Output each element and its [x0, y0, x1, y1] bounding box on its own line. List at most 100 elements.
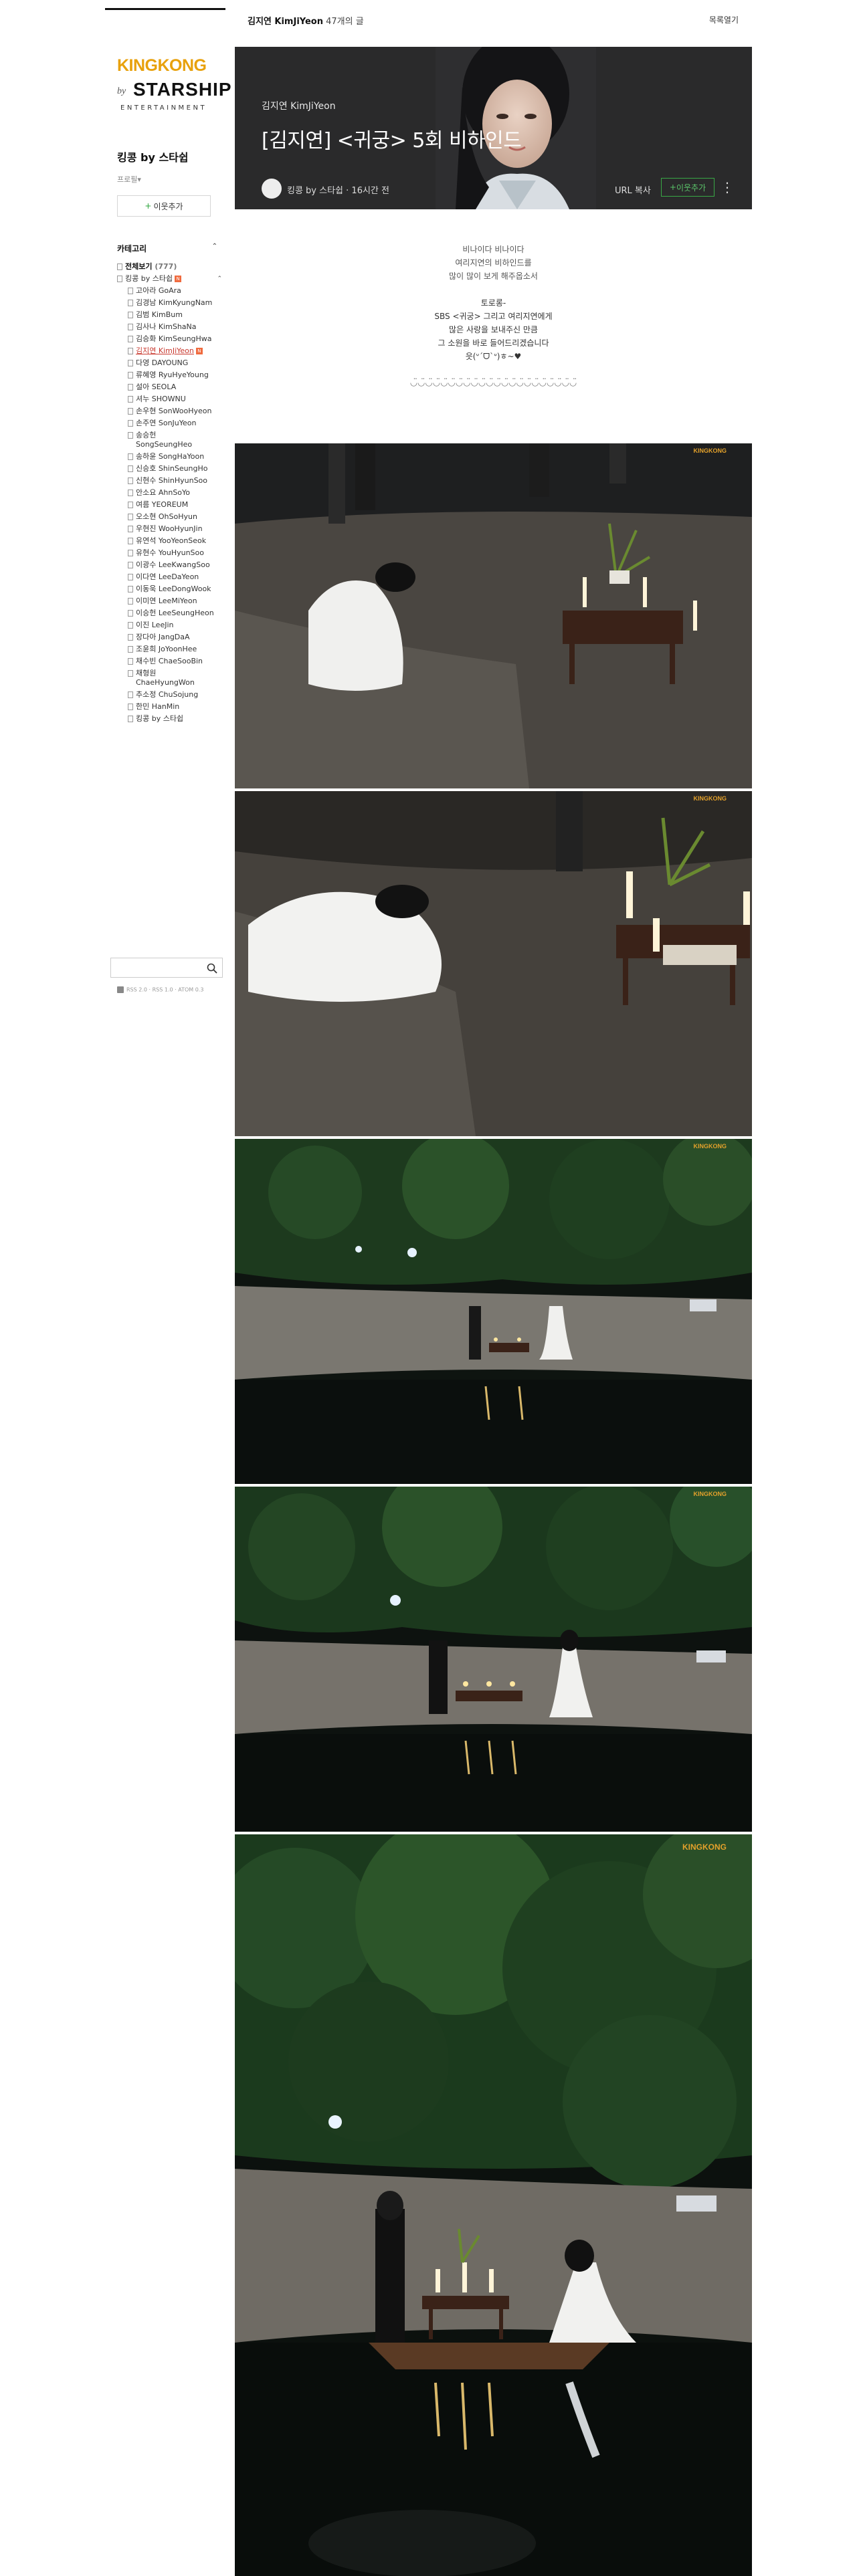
photo-ritual-bow: [235, 443, 752, 788]
chevron-up-icon[interactable]: ⌃: [217, 274, 222, 284]
category-item[interactable]: 송승헌 SongSeungHeo: [117, 431, 221, 449]
document-icon: [128, 360, 133, 366]
category-item[interactable]: 셔누 SHOWNU: [117, 395, 221, 404]
category-label: 송하윤 SongHaYoon: [136, 452, 205, 461]
search-input[interactable]: [115, 962, 205, 975]
watermark: KINGKONG: [693, 447, 727, 454]
category-item[interactable]: 킹콩 by 스타쉽 N ⌃: [117, 274, 222, 284]
category-label: 채수빈 ChaeSooBin: [136, 657, 203, 665]
category-item[interactable]: 오소현 OhSoHyun: [117, 512, 221, 522]
body-line: 읏(ᐡˊᗜˋᐡ)ㅎ~♥: [465, 352, 522, 361]
category-item[interactable]: 이미연 LeeMiYeon: [117, 597, 221, 606]
category-item[interactable]: 신현수 ShinHyunSoo: [117, 476, 221, 486]
category-item[interactable]: 김범 KimBum: [117, 310, 221, 320]
category-item[interactable]: 추소정 ChuSojung: [117, 690, 221, 700]
category-item[interactable]: 유현수 YouHyunSoo: [117, 548, 221, 558]
document-icon: [128, 384, 133, 391]
category-item[interactable]: 채수빈 ChaeSooBin: [117, 657, 221, 666]
author-avatar[interactable]: [262, 179, 282, 199]
more-icon[interactable]: ⋮: [721, 179, 734, 197]
author-name[interactable]: 킹콩 by 스타쉽: [287, 186, 343, 196]
category-item[interactable]: 킹콩 by 스타쉽: [117, 714, 221, 724]
post-photo-3[interactable]: KINGKONG: [235, 1139, 752, 1484]
category-label: 송승헌 SongSeungHeo: [136, 431, 193, 449]
feed-links[interactable]: RSS 2.0 · RSS 1.0 · ATOM 0.3: [117, 986, 203, 993]
watermark: KINGKONG: [693, 1491, 727, 1497]
category-item[interactable]: 한민 HanMin: [117, 702, 221, 712]
plus-icon: +: [669, 183, 676, 192]
category-item[interactable]: 송하윤 SongHaYoon: [117, 452, 221, 461]
header-neighbor-button[interactable]: + 이웃추가: [661, 178, 714, 197]
category-label: 다영 DAYOUNG: [136, 358, 189, 367]
category-item[interactable]: 다영 DAYOUNG: [117, 358, 221, 368]
body-line: SBS <귀궁> 그리고 여리지연에게: [434, 312, 553, 321]
category-item[interactable]: 김사나 KimShaNa: [117, 322, 221, 332]
post-photo-5[interactable]: KINGKONG: [235, 1834, 752, 2576]
category-item[interactable]: 손우현 SonWooHyeon: [117, 407, 221, 416]
category-item[interactable]: 김지연 KimJiYeon N: [117, 346, 221, 356]
body-line: ◡̈◡̈◡̈◡̈◡̈◡̈◡̈◡̈◡̈◡̈◡̈◡̈◡̈◡̈◡̈◡̈◡̈◡̈◡̈◡̈…: [409, 378, 577, 388]
category-item[interactable]: 장다아 JangDaA: [117, 633, 221, 642]
post-meta: 킹콩 by 스타쉽 · 16시간 전: [287, 186, 389, 196]
board-name[interactable]: 김지연 KimJiYeon: [248, 17, 323, 27]
document-icon: [128, 550, 133, 556]
watermark: KINGKONG: [693, 795, 727, 802]
category-label: 우현진 WooHyunJin: [136, 524, 203, 533]
category-item[interactable]: 조윤희 JoYoonHee: [117, 645, 221, 654]
category-item[interactable]: 우현진 WooHyunJin: [117, 524, 221, 534]
blog-name[interactable]: 킹콩 by 스타쉽: [117, 148, 189, 165]
category-item[interactable]: 채형원 ChaeHyungWon: [117, 669, 221, 687]
category-label: 채형원 ChaeHyungWon: [136, 669, 195, 687]
photo-night-stream-1: [235, 1139, 752, 1484]
body-line: 여리지연의 비하인드를: [455, 258, 532, 267]
sidebar-neighbor-button[interactable]: + 이웃추가: [117, 195, 211, 217]
document-icon: [128, 538, 133, 544]
cafe-logo[interactable]: KINGKONG by STARSHIP ENTERTAINMENT: [117, 56, 231, 116]
category-label: 유현수 YouHyunSoo: [136, 548, 204, 557]
sidebar-top-rule: [105, 8, 225, 10]
document-icon: [128, 691, 133, 698]
category-header-label: 카테고리: [117, 244, 147, 253]
document-icon: [128, 312, 133, 318]
category-item[interactable]: 신승호 ShinSeungHo: [117, 464, 221, 473]
category-label: 오소현 OhSoHyun: [136, 512, 197, 521]
category-item[interactable]: 이광수 LeeKwangSoo: [117, 560, 221, 570]
url-copy-button[interactable]: URL 복사: [615, 183, 651, 196]
post-category[interactable]: 김지연 KimJiYeon: [262, 99, 336, 112]
category-item[interactable]: 김경남 KimKyungNam: [117, 298, 221, 308]
logo-kingkong-text: KINGKONG: [117, 56, 207, 75]
body-line: 많이 많이 보게 해주옵소서: [449, 272, 538, 281]
document-icon: [128, 408, 133, 415]
category-item[interactable]: 안소요 AhnSoYo: [117, 488, 221, 498]
category-item[interactable]: 유연석 YooYeonSeok: [117, 536, 221, 546]
category-label: 김경남 KimKyungNam: [136, 298, 213, 307]
category-item[interactable]: 이승헌 LeeSeungHeon: [117, 609, 221, 618]
document-icon: [128, 502, 133, 508]
open-list-link[interactable]: 목록열기: [709, 14, 739, 25]
post-photo-4[interactable]: KINGKONG: [235, 1487, 752, 1832]
document-icon: [128, 574, 133, 580]
search-icon[interactable]: [206, 962, 218, 974]
category-item[interactable]: 여름 YEOREUM: [117, 500, 221, 510]
category-item[interactable]: 손주연 SonJuYeon: [117, 419, 221, 428]
category-item[interactable]: 전체보기 (777): [117, 262, 221, 272]
body-line: 토로롱-: [480, 298, 506, 308]
category-item[interactable]: 이동욱 LeeDongWook: [117, 584, 221, 594]
profile-link[interactable]: 프로필▾: [117, 174, 141, 185]
chevron-up-icon[interactable]: ⌃: [212, 243, 217, 250]
category-item[interactable]: 류혜영 RyuHyeYoung: [117, 370, 221, 380]
watermark: KINGKONG: [682, 1842, 727, 1852]
post-photo-1[interactable]: KINGKONG: [235, 443, 752, 788]
category-item[interactable]: 김승화 KimSeungHwa: [117, 334, 221, 344]
category-item[interactable]: 이진 LeeJin: [117, 621, 221, 630]
category-item[interactable]: 고아라 GoAra: [117, 286, 221, 296]
category-header[interactable]: 카테고리 ⌃: [117, 243, 217, 254]
document-icon: [128, 300, 133, 306]
new-badge-icon: N: [175, 276, 182, 282]
category-item[interactable]: 이다연 LeeDaYeon: [117, 572, 221, 582]
document-icon: [128, 348, 133, 354]
category-label: 신현수 ShinHyunSoo: [136, 476, 208, 485]
category-item[interactable]: 설아 SEOLA: [117, 383, 221, 392]
document-icon: [128, 526, 133, 532]
post-photo-2[interactable]: KINGKONG: [235, 791, 752, 1136]
